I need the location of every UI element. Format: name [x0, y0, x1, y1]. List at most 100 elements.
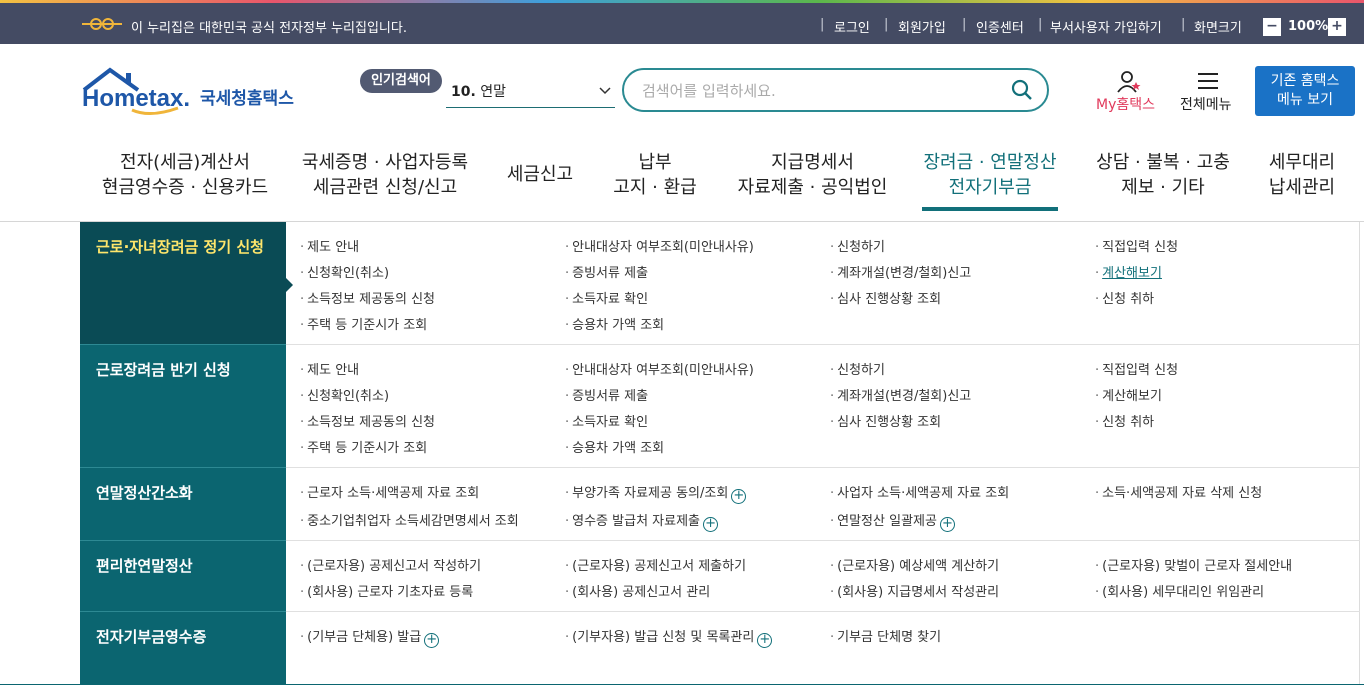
menu-item[interactable]: · 중소기업취업자 소득세감면명세서 조회 — [300, 510, 519, 529]
menu-item[interactable]: · 신청확인(취소) — [300, 262, 389, 281]
signup-link[interactable]: 회원가입 — [898, 17, 946, 36]
zoom-level: 100% — [1288, 19, 1329, 34]
divider: | — [820, 17, 825, 32]
row-divider — [286, 344, 1360, 345]
menu-item[interactable]: · (근로자용) 공제신고서 작성하기 — [300, 555, 481, 574]
menu-item[interactable]: · 증빙서류 제출 — [565, 385, 648, 404]
menu-item[interactable]: · 신청확인(취소) — [300, 385, 389, 404]
menu-item[interactable]: · 승용차 가액 조회 — [565, 437, 664, 456]
menu-item[interactable]: · 신청하기 — [830, 359, 885, 378]
menu-item-hovered[interactable]: · 계산해보기 — [1095, 262, 1162, 281]
category-divider — [80, 344, 286, 345]
menu-item[interactable]: · 신청하기 — [830, 236, 885, 255]
nav-tax-agent[interactable]: 세무대리 납세관리 — [1262, 150, 1342, 200]
old-menu-button[interactable]: 기존 홈택스 메뉴 보기 — [1255, 66, 1355, 116]
nav-payment-statement[interactable]: 지급명세서 자료제출 · 공익법인 — [735, 150, 890, 200]
menu-item[interactable]: · 직접입력 신청 — [1095, 359, 1178, 378]
category-divider — [80, 611, 286, 612]
menu-item[interactable]: · (근로자용) 맞벌이 근로자 절세안내 — [1095, 555, 1292, 574]
divider: | — [1038, 17, 1043, 32]
menu-item[interactable]: · (회사용) 지급명세서 작성관리 — [830, 581, 999, 600]
popular-keyword-tag: 인기검색어 — [360, 69, 442, 93]
nav-payment[interactable]: 납부 고지 · 환급 — [605, 150, 705, 200]
menu-item[interactable]: · 영수증 발급처 자료제출 + — [565, 510, 719, 532]
menu-item[interactable]: · 제도 안내 — [300, 359, 359, 378]
menu-item[interactable]: · 계좌개설(변경/철회)신고 — [830, 385, 971, 404]
category-year-end-simplified[interactable]: 연말정산간소화 — [80, 468, 286, 540]
menu-item[interactable]: · 신청 취하 — [1095, 288, 1154, 307]
user-icon[interactable] — [1116, 70, 1142, 94]
my-hometax-link[interactable]: My홈택스 — [1096, 94, 1155, 114]
category-easy-year-end[interactable]: 편리한연말정산 — [80, 541, 286, 611]
expand-plus-icon[interactable]: + — [757, 633, 773, 648]
active-nav-indicator — [922, 207, 1058, 211]
category-divider — [80, 467, 286, 468]
menu-item[interactable]: · (근로자용) 공제신고서 제출하기 — [565, 555, 746, 574]
divider: | — [884, 17, 889, 32]
search-box[interactable]: 검색어를 입력하세요. — [622, 68, 1049, 112]
active-category-arrow — [286, 278, 293, 292]
government-emblem-icon — [82, 18, 122, 30]
zoom-out-button[interactable]: − — [1263, 18, 1281, 36]
menu-item[interactable]: · 심사 진행상황 조회 — [830, 288, 941, 307]
menu-item[interactable]: · 주택 등 기준시가 조회 — [300, 314, 427, 333]
hamburger-menu-icon[interactable] — [1198, 72, 1218, 90]
menu-item[interactable]: · 소득정보 제공동의 신청 — [300, 288, 435, 307]
logo-title: 국세청홈택스 — [200, 89, 294, 108]
menu-item[interactable]: · 계산해보기 — [1095, 385, 1162, 404]
menu-item[interactable]: · 제도 안내 — [300, 236, 359, 255]
menu-item[interactable]: · 소득정보 제공동의 신청 — [300, 411, 435, 430]
menu-item[interactable]: · 신청 취하 — [1095, 411, 1154, 430]
menu-item[interactable]: · (기부자용) 발급 신청 및 목록관리 + — [565, 626, 773, 648]
menu-item[interactable]: · 연말정산 일괄제공 + — [830, 510, 955, 532]
menu-item[interactable]: · 증빙서류 제출 — [565, 262, 648, 281]
menu-item[interactable]: · 근로자 소득·세액공제 자료 조회 — [300, 482, 479, 501]
nav-incentives-year-end[interactable]: 장려금 · 연말정산 전자기부금 — [912, 150, 1068, 200]
screen-size-label: 화면크기 — [1194, 21, 1242, 36]
menu-item[interactable]: · (회사용) 세무대리인 위임관리 — [1095, 581, 1264, 600]
search-icon[interactable] — [1011, 79, 1033, 101]
all-menu-link[interactable]: 전체메뉴 — [1180, 94, 1232, 114]
menu-item[interactable]: · (기부금 단체용) 발급 + — [300, 626, 440, 648]
divider: | — [962, 17, 967, 32]
nav-e-invoice[interactable]: 전자(세금)계산서 현금영수증 · 신용카드 — [100, 150, 270, 200]
zoom-in-button[interactable]: + — [1328, 18, 1346, 36]
certificate-center-link[interactable]: 인증센터 — [976, 17, 1024, 36]
category-work-incentive-half-year[interactable]: 근로장려금 반기 신청 — [80, 345, 286, 467]
menu-item[interactable]: · 소득자료 확인 — [565, 288, 648, 307]
nav-tax-filing[interactable]: 세금신고 — [500, 162, 580, 187]
menu-item[interactable]: · 부양가족 자료제공 동의/조회 + — [565, 482, 747, 504]
menu-item[interactable]: · 계좌개설(변경/철회)신고 — [830, 262, 971, 281]
menu-item[interactable]: · (회사용) 공제신고서 관리 — [565, 581, 710, 600]
nav-consultation[interactable]: 상담 · 불복 · 고충 제보 · 기타 — [1090, 150, 1236, 200]
search-input[interactable]: 검색어를 입력하세요. — [642, 80, 776, 101]
expand-plus-icon[interactable]: + — [424, 633, 440, 648]
department-user-signup-link[interactable]: 부서사용자 가입하기 — [1050, 17, 1162, 36]
nav-certificates[interactable]: 국세증명 · 사업자등록 세금관련 신청/신고 — [300, 150, 470, 200]
menu-item[interactable]: · 직접입력 신청 — [1095, 236, 1178, 255]
row-divider — [286, 540, 1360, 541]
menu-item[interactable]: · 소득·세액공제 자료 삭제 신청 — [1095, 482, 1262, 501]
popular-keyword-select[interactable]: 10. 연말 — [446, 74, 615, 108]
menu-item[interactable]: · 소득자료 확인 — [565, 411, 648, 430]
menu-item[interactable]: · 안내대상자 여부조회(미안내사유) — [565, 359, 754, 378]
gov-banner: 이 누리집은 대한민국 공식 전자정부 누리집입니다. | 로그인 | 회원가입… — [0, 0, 1364, 44]
menu-item[interactable]: · 주택 등 기준시가 조회 — [300, 437, 427, 456]
expand-plus-icon[interactable]: + — [703, 517, 719, 532]
brand-color-strip — [0, 0, 1364, 3]
category-work-child-incentive-regular[interactable]: 근로·자녀장려금 정기 신청 — [80, 222, 286, 344]
menu-item[interactable]: · 승용차 가액 조회 — [565, 314, 664, 333]
expand-plus-icon[interactable]: + — [939, 517, 955, 532]
menu-item[interactable]: · 기부금 단체명 찾기 — [830, 626, 941, 645]
menu-item[interactable]: · 심사 진행상황 조회 — [830, 411, 941, 430]
category-electronic-donation-receipt[interactable]: 전자기부금영수증 — [80, 612, 286, 685]
menu-item[interactable]: · 안내대상자 여부조회(미안내사유) — [565, 236, 754, 255]
menu-item[interactable]: · 사업자 소득·세액공제 자료 조회 — [830, 482, 1009, 501]
menu-item[interactable]: · (회사용) 근로자 기초자료 등록 — [300, 581, 473, 600]
menu-item[interactable]: · (근로자용) 예상세액 계산하기 — [830, 555, 999, 574]
login-link[interactable]: 로그인 — [834, 17, 870, 36]
expand-plus-icon[interactable]: + — [731, 489, 747, 504]
row-divider — [286, 611, 1360, 612]
category-divider — [80, 540, 286, 541]
divider: | — [1181, 17, 1186, 32]
